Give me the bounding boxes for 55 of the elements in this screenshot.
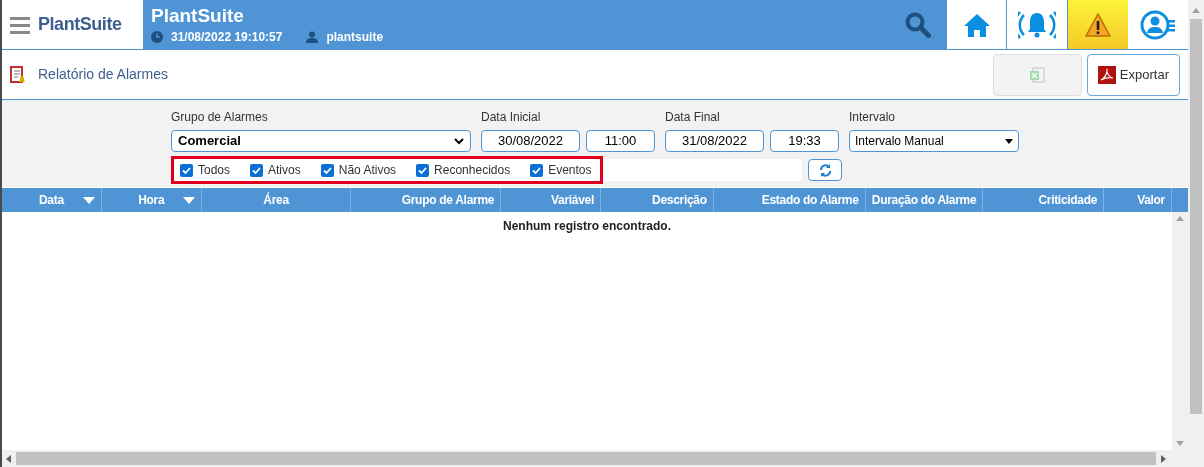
checkbox-label[interactable]: Eventos <box>548 161 592 179</box>
checkbox[interactable] <box>416 163 430 177</box>
page-title: Relatório de Alarmes <box>38 65 168 84</box>
username: plantsuite <box>326 28 384 46</box>
refresh-button[interactable] <box>808 159 842 181</box>
alert-button[interactable] <box>1068 0 1128 49</box>
clock-icon <box>151 30 163 43</box>
end-date-field[interactable]: 31/08/2022 <box>665 130 764 152</box>
scroll-down-icon[interactable] <box>1176 441 1184 446</box>
chevron-icon <box>454 137 464 145</box>
user-icon <box>306 30 319 43</box>
checkbox[interactable] <box>530 163 544 177</box>
scroll-up-icon[interactable] <box>1192 8 1200 13</box>
checkbox[interactable] <box>250 163 264 177</box>
home-icon <box>963 12 990 37</box>
scroll-left-icon[interactable] <box>6 454 11 463</box>
sort-arrow-icon[interactable] <box>182 196 195 204</box>
ringing-bell-icon <box>1018 10 1056 39</box>
brand-logo: PlantSuite <box>38 13 122 36</box>
scroll-right-icon[interactable] <box>1161 454 1166 463</box>
end-time-field[interactable]: 19:33 <box>770 130 839 152</box>
dropdown-arrow-icon <box>1005 138 1013 144</box>
user-menu-icon <box>1140 9 1176 40</box>
checkbox-label[interactable]: Ativos <box>268 161 301 179</box>
scrollbar-thumb[interactable] <box>1190 19 1202 414</box>
group-select[interactable]: Comercial <box>171 130 471 152</box>
menu-icon[interactable] <box>10 15 30 34</box>
field-label: Data Inicial <box>481 109 542 126</box>
export-button[interactable]: Exportar <box>1086 53 1180 96</box>
empty-message: Nenhum registro encontrado. <box>503 218 671 235</box>
interval-select[interactable]: Intervalo Manual <box>849 130 1019 152</box>
app-title: PlantSuite <box>151 3 245 28</box>
vertical-scrollbar[interactable] <box>1172 212 1188 450</box>
warning-icon <box>1085 12 1111 37</box>
report-icon <box>10 65 26 84</box>
pdf-icon <box>1097 65 1116 84</box>
checkbox-label[interactable]: Todos <box>198 161 231 179</box>
page-scrollbar[interactable] <box>1188 0 1204 467</box>
field-label: Intervalo <box>849 109 897 126</box>
checkbox-label[interactable]: Não Ativos <box>338 161 397 179</box>
datetime: 31/08/2022 19:10:57 <box>171 28 283 46</box>
checkbox-label[interactable]: Reconhecidos <box>434 161 511 179</box>
horizontal-scrollbar[interactable] <box>2 450 1188 467</box>
refresh-icon <box>818 163 832 177</box>
spreadsheet-icon <box>1029 66 1046 83</box>
scroll-up-icon[interactable] <box>1176 216 1184 221</box>
search-icon[interactable] <box>905 11 931 38</box>
sort-arrow-icon[interactable] <box>82 196 95 204</box>
start-date-field[interactable]: 30/08/2022 <box>481 130 580 152</box>
checkbox[interactable] <box>180 163 193 177</box>
scrollbar-thumb[interactable] <box>16 452 1156 465</box>
field-label: Grupo de Alarmes <box>171 109 269 126</box>
start-time-field[interactable]: 11:00 <box>586 130 655 152</box>
checkbox[interactable] <box>320 163 334 177</box>
field-label: Data Final <box>665 109 721 126</box>
